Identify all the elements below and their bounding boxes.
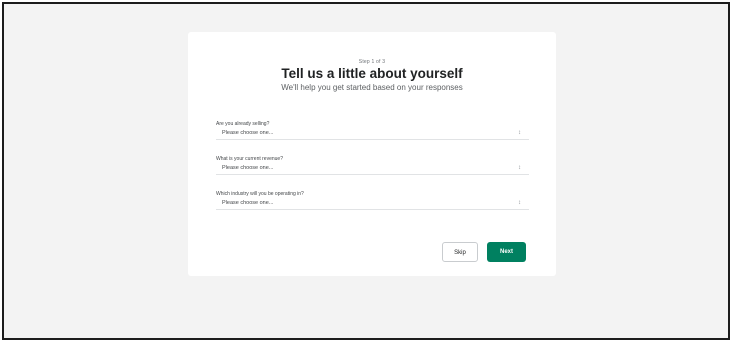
industry-question: Which industry will you be operating in?…	[216, 190, 529, 210]
industry-select[interactable]: Please choose one... ↕	[216, 198, 529, 210]
industry-label: Which industry will you be operating in?	[216, 191, 304, 197]
selling-label: Are you already selling?	[216, 121, 270, 127]
revenue-select[interactable]: Please choose one... ↕	[216, 163, 529, 175]
selling-question: Are you already selling? Please choose o…	[216, 120, 529, 140]
industry-select-value: Please choose one...	[222, 200, 274, 206]
revenue-select-value: Please choose one...	[222, 165, 274, 171]
chevron-up-down-icon: ↕	[518, 130, 521, 136]
app-window: Step 1 of 3 Tell us a little about yours…	[2, 2, 730, 340]
chevron-up-down-icon: ↕	[518, 200, 521, 206]
chevron-up-down-icon: ↕	[518, 165, 521, 171]
selling-select[interactable]: Please choose one... ↕	[216, 128, 529, 140]
selling-select-value: Please choose one...	[222, 130, 274, 136]
onboarding-card: Step 1 of 3 Tell us a little about yours…	[188, 32, 556, 276]
step-indicator: Step 1 of 3	[358, 59, 386, 65]
revenue-question: What is your current revenue? Please cho…	[216, 155, 529, 175]
page-title: Tell us a little about yourself	[281, 66, 463, 81]
revenue-label: What is your current revenue?	[216, 156, 283, 162]
skip-button[interactable]: Skip	[442, 242, 478, 262]
next-button[interactable]: Next	[487, 242, 526, 262]
page-subtitle: We'll help you get started based on your…	[281, 83, 463, 92]
